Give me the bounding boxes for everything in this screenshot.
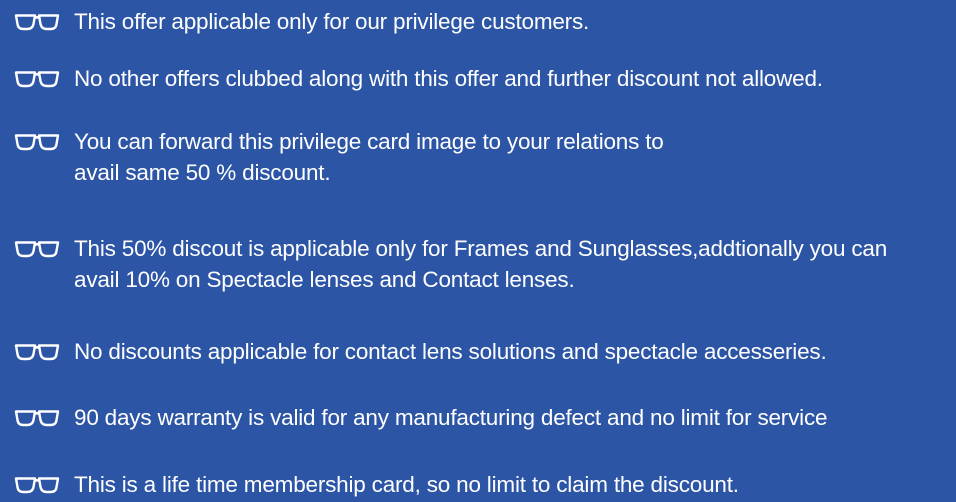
term-item: This 50% discout is applicable only for … [14, 233, 952, 295]
glasses-icon [14, 342, 60, 362]
term-text: You can forward this privilege card imag… [74, 126, 664, 188]
term-text: This 50% discout is applicable only for … [74, 233, 887, 295]
term-item: 90 days warranty is valid for any manufa… [14, 402, 952, 433]
term-line: This offer applicable only for our privi… [74, 9, 590, 34]
term-item: No other offers clubbed along with this … [14, 63, 952, 94]
term-text: No discounts applicable for contact lens… [74, 336, 827, 367]
term-text: No other offers clubbed along with this … [74, 63, 823, 94]
glasses-icon [14, 12, 60, 32]
term-item: This offer applicable only for our privi… [14, 6, 952, 37]
glasses-icon [14, 132, 60, 152]
term-item: You can forward this privilege card imag… [14, 126, 952, 188]
term-line: This 50% discout is applicable only for … [74, 236, 888, 261]
term-line: No discounts applicable for contact lens… [74, 339, 827, 364]
term-line: You can forward this privilege card imag… [74, 129, 664, 154]
glasses-icon [14, 69, 60, 89]
term-text: This offer applicable only for our privi… [74, 6, 589, 37]
term-line: No other offers clubbed along with this … [74, 66, 823, 91]
term-text: 90 days warranty is valid for any manufa… [74, 402, 828, 433]
glasses-icon [14, 239, 60, 259]
term-text: This is a life time membership card, so … [74, 469, 739, 500]
glasses-icon [14, 475, 60, 495]
term-line: avail same 50 % discount. [74, 160, 331, 185]
term-line: This is a life time membership card, so … [74, 472, 739, 497]
term-item: No discounts applicable for contact lens… [14, 336, 952, 367]
terms-list: This offer applicable only for our privi… [0, 0, 956, 502]
term-line: 90 days warranty is valid for any manufa… [74, 405, 828, 430]
term-line: avail 10% on Spectacle lenses and Contac… [74, 267, 575, 292]
term-item: This is a life time membership card, so … [14, 469, 952, 500]
glasses-icon [14, 408, 60, 428]
